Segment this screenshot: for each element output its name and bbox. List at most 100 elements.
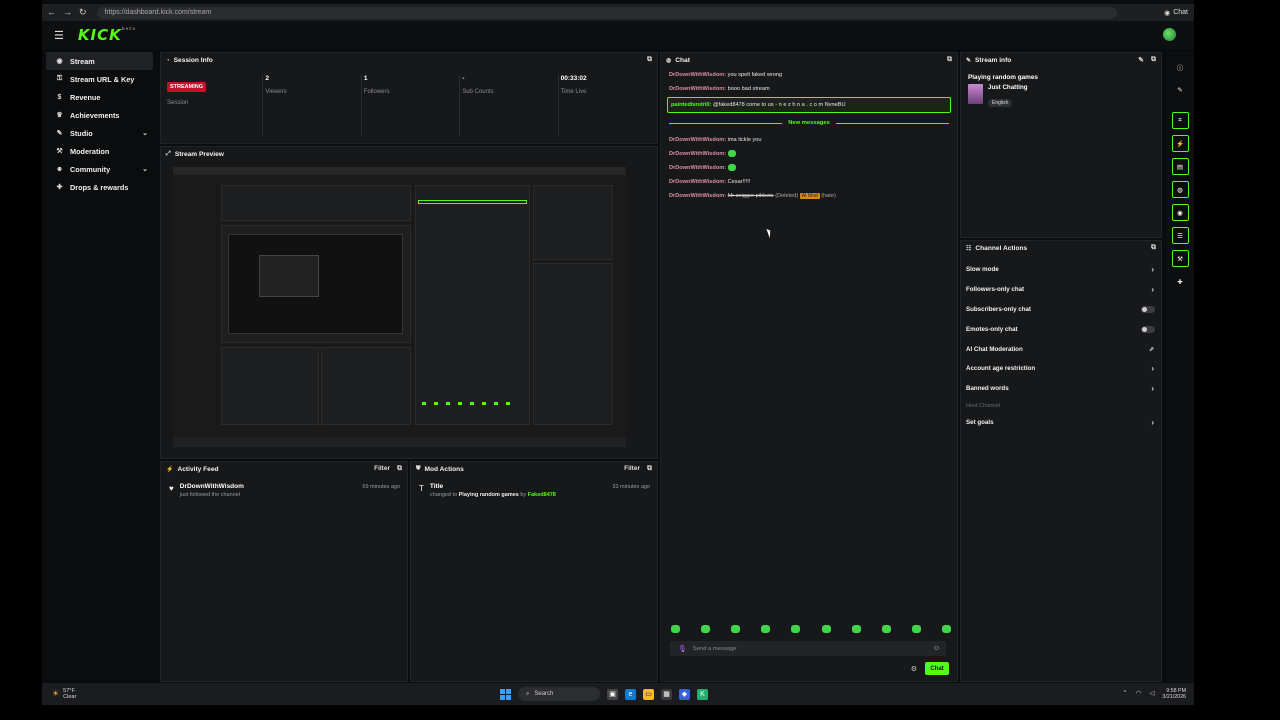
file-explorer-icon[interactable]: ▭ — [643, 688, 654, 700]
taskbar-search-label: Search — [534, 691, 554, 697]
stat-label: Followers — [363, 89, 390, 95]
chat-username[interactable]: DrDownWithWisdom: — [669, 72, 726, 78]
volume-icon[interactable]: ◁ — [1149, 690, 1154, 697]
emote-icon[interactable] — [881, 625, 891, 633]
edge-icon[interactable]: e — [625, 688, 636, 700]
clock[interactable]: 9:58 PM 3/21/2026 — [1162, 688, 1186, 700]
chat-username[interactable]: DrDownWithWisdom: — [669, 179, 726, 185]
taskbar-search[interactable]: ⌕ Search — [518, 687, 600, 701]
emote-icon[interactable] — [671, 625, 680, 633]
gear-icon[interactable]: ⚙ — [911, 665, 917, 673]
chat-username[interactable]: DrDownWithWisdom: — [669, 193, 726, 199]
broadcast-icon[interactable]: ◉ — [1171, 204, 1189, 221]
panel-title: Chat — [675, 57, 690, 64]
bolt-icon: ⚡ — [166, 467, 174, 473]
emote-icon[interactable] — [851, 625, 861, 633]
filter-button[interactable]: Filter — [374, 465, 390, 472]
chevron-up-icon[interactable]: ⌃ — [1122, 690, 1127, 697]
popout-icon[interactable]: ⧉ — [947, 56, 952, 64]
sidebar-item-label: Achievements — [70, 110, 120, 120]
preview-mod-panel — [321, 347, 411, 425]
emoji-icon[interactable]: ☺ — [933, 645, 940, 652]
panel-title: Channel Actions — [975, 245, 1028, 252]
windows-start-icon[interactable] — [500, 688, 511, 700]
sidebar-item-revenue[interactable]: $ Revenue — [46, 88, 153, 106]
sidebar-item-stream[interactable]: ◉ Stream — [46, 52, 153, 70]
avatar[interactable] — [1163, 28, 1176, 41]
stream-preview-video[interactable] — [173, 167, 626, 447]
mod-action-user[interactable]: Faked8478 — [528, 492, 556, 498]
popout-icon[interactable]: ⧉ — [1151, 56, 1156, 64]
filter-button[interactable]: Filter — [624, 465, 640, 472]
wifi-icon[interactable]: ◠ — [1136, 690, 1142, 697]
chat-bubble-icon[interactable]: ◍ — [1171, 181, 1189, 198]
action-slow-mode[interactable]: Slow mode › — [961, 260, 1161, 280]
chat-username[interactable]: paintedtendrill: — [671, 102, 711, 108]
browser-chat-button[interactable]: ◉ Chat — [1164, 9, 1188, 17]
edit-icon[interactable]: ✎ — [1138, 56, 1144, 64]
back-icon[interactable]: ← — [47, 7, 56, 18]
preview-nested-frame — [259, 255, 319, 297]
popout-icon[interactable]: ⧉ — [397, 465, 402, 473]
send-chat-button[interactable]: Chat — [925, 662, 949, 675]
stream-preview-panel: ⤢ Stream Preview — [160, 146, 658, 459]
crop-icon[interactable]: ⌗ — [1171, 112, 1189, 129]
action-set-goals[interactable]: Set goals › — [961, 413, 1161, 433]
subscribers-only-toggle[interactable] — [1141, 305, 1155, 313]
app-icon[interactable]: ◆ — [679, 688, 690, 700]
action-followers-only[interactable]: Followers-only chat › — [961, 280, 1161, 300]
emote-icon[interactable] — [791, 625, 801, 633]
chat-input-placeholder: Send a message — [692, 645, 737, 652]
emotes-only-toggle[interactable] — [1141, 325, 1155, 333]
emote-icon[interactable] — [821, 625, 831, 633]
popout-icon[interactable]: ⧉ — [1151, 244, 1156, 252]
action-account-age[interactable]: Account age restriction › — [961, 359, 1161, 379]
document-icon[interactable]: ▤ — [1171, 158, 1189, 175]
chat-input[interactable]: 🎙 Send a message ☺ — [670, 641, 946, 656]
panel-title: Stream Preview — [174, 151, 224, 158]
forward-icon[interactable]: → — [63, 7, 72, 18]
chat-username[interactable]: DrDownWithWisdom: — [669, 86, 726, 92]
emote-icon[interactable] — [941, 625, 951, 633]
chat-username[interactable]: DrDownWithWisdom: — [669, 137, 726, 143]
popout-icon[interactable]: ⧉ — [647, 465, 652, 473]
new-messages-divider[interactable]: New messages — [669, 116, 950, 130]
activity-feed-panel: ⚡ Activity Feed Filter ⧉ ♥ DrDownWithWisdom… — [160, 461, 408, 682]
kick-app-icon[interactable]: K — [697, 688, 708, 700]
action-banned-words[interactable]: Banned words › — [961, 379, 1161, 399]
sidebar-item-achievements[interactable]: ♕ Achievements — [46, 106, 153, 124]
action-ai-chat-moderation[interactable]: AI Chat Moderation ⇗ — [961, 339, 1161, 359]
sidebar-item-studio[interactable]: ✎ Studio ⌄ — [46, 124, 153, 142]
reload-icon[interactable]: ↻ — [79, 7, 87, 18]
info-icon[interactable]: ⓘ — [1172, 58, 1189, 75]
pencil-icon[interactable]: ✎ — [1172, 81, 1189, 98]
bolt-icon[interactable]: ⚡ — [1171, 135, 1189, 152]
preview-actions-panel — [533, 263, 613, 425]
sidebar-item-stream-url-key[interactable]: ⚿ Stream URL & Key — [46, 70, 153, 88]
menu-icon[interactable]: ☰ — [54, 29, 64, 42]
chat-username[interactable]: DrDownWithWisdom: — [669, 165, 726, 171]
activity-username[interactable]: DrDownWithWisdom — [180, 483, 244, 490]
action-label: Followers-only chat — [966, 286, 1025, 294]
kick-logo[interactable]: KICKbeta — [78, 26, 136, 44]
microphone-icon[interactable]: 🎙 — [678, 645, 687, 653]
emote-icon[interactable] — [731, 625, 741, 633]
stat-time-live: 00:33:02 Time Live — [559, 75, 657, 137]
emote-icon[interactable] — [761, 625, 771, 633]
chevron-right-icon: › — [1151, 285, 1154, 295]
panel-header: ◔ Session Info ⧉ — [161, 53, 657, 68]
address-bar[interactable]: https://dashboard.kick.com/stream — [96, 6, 1117, 19]
add-user-icon[interactable]: ✚ — [1172, 273, 1189, 290]
store-icon[interactable]: ▦ — [661, 688, 672, 700]
task-view-icon[interactable]: ▣ — [607, 688, 618, 700]
sidebar-item-moderation[interactable]: ⚒ Moderation — [46, 142, 153, 160]
chat-username[interactable]: DrDownWithWisdom: — [669, 151, 726, 157]
wrench-icon[interactable]: ⚒ — [1171, 250, 1189, 267]
sidebar-item-community[interactable]: ☻ Community ⌄ — [46, 160, 153, 178]
emote-icon[interactable] — [911, 625, 921, 633]
weather-widget[interactable]: ☀ 57°F Clear — [52, 688, 76, 700]
popout-icon[interactable]: ⧉ — [647, 56, 652, 64]
emote-icon[interactable] — [701, 625, 711, 633]
sidebar-item-drops-rewards[interactable]: ✚ Drops & rewards — [46, 178, 153, 196]
list-icon[interactable]: ☰ — [1171, 227, 1189, 244]
